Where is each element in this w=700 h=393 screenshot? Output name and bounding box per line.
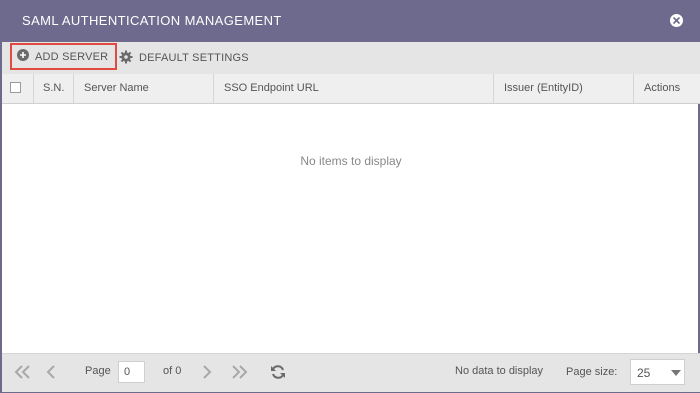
page-label: Page: [85, 365, 111, 377]
page-size-value: 25: [637, 366, 651, 380]
grid-header: S.N. Server Name SSO Endpoint URL Issuer…: [2, 74, 700, 104]
default-settings-label: DEFAULT SETTINGS: [139, 52, 249, 64]
page-size-select[interactable]: 25: [630, 359, 685, 385]
toolbar: ADD SERVER DEFAULT SETTINGS: [2, 42, 700, 74]
pager: Page of 0 No data to display Page size: …: [2, 353, 700, 392]
column-header-actions: Actions: [633, 74, 700, 103]
column-header-issuer[interactable]: Issuer (EntityID): [493, 74, 633, 103]
dialog-titlebar: SAML AUTHENTICATION MANAGEMENT: [2, 0, 700, 42]
saml-dialog: SAML AUTHENTICATION MANAGEMENT ADD SERVE…: [0, 0, 700, 393]
previous-page-icon[interactable]: [46, 365, 56, 382]
column-header-sn[interactable]: S.N.: [33, 74, 73, 103]
select-all-cell: [2, 74, 33, 103]
add-server-label: ADD SERVER: [35, 50, 109, 63]
select-all-checkbox[interactable]: [10, 82, 21, 93]
pager-status-text: No data to display: [455, 365, 544, 377]
close-icon[interactable]: [670, 14, 683, 27]
refresh-icon[interactable]: [270, 364, 286, 383]
page-size-label: Page size:: [566, 366, 618, 378]
plus-circle-icon: [17, 49, 29, 64]
page-number-input[interactable]: [118, 361, 145, 383]
first-page-icon[interactable]: [14, 365, 32, 382]
dialog-title: SAML AUTHENTICATION MANAGEMENT: [22, 13, 282, 28]
default-settings-button[interactable]: DEFAULT SETTINGS: [119, 42, 249, 74]
gear-icon: [119, 50, 133, 67]
column-header-sso-endpoint-url[interactable]: SSO Endpoint URL: [213, 74, 493, 103]
page-count-label: of 0: [163, 365, 182, 377]
chevron-down-icon: [671, 370, 681, 376]
add-server-button[interactable]: ADD SERVER: [10, 43, 118, 70]
last-page-icon[interactable]: [230, 365, 248, 382]
column-header-server-name[interactable]: Server Name: [73, 74, 213, 103]
empty-message: No items to display: [300, 154, 402, 168]
next-page-icon[interactable]: [202, 365, 212, 382]
